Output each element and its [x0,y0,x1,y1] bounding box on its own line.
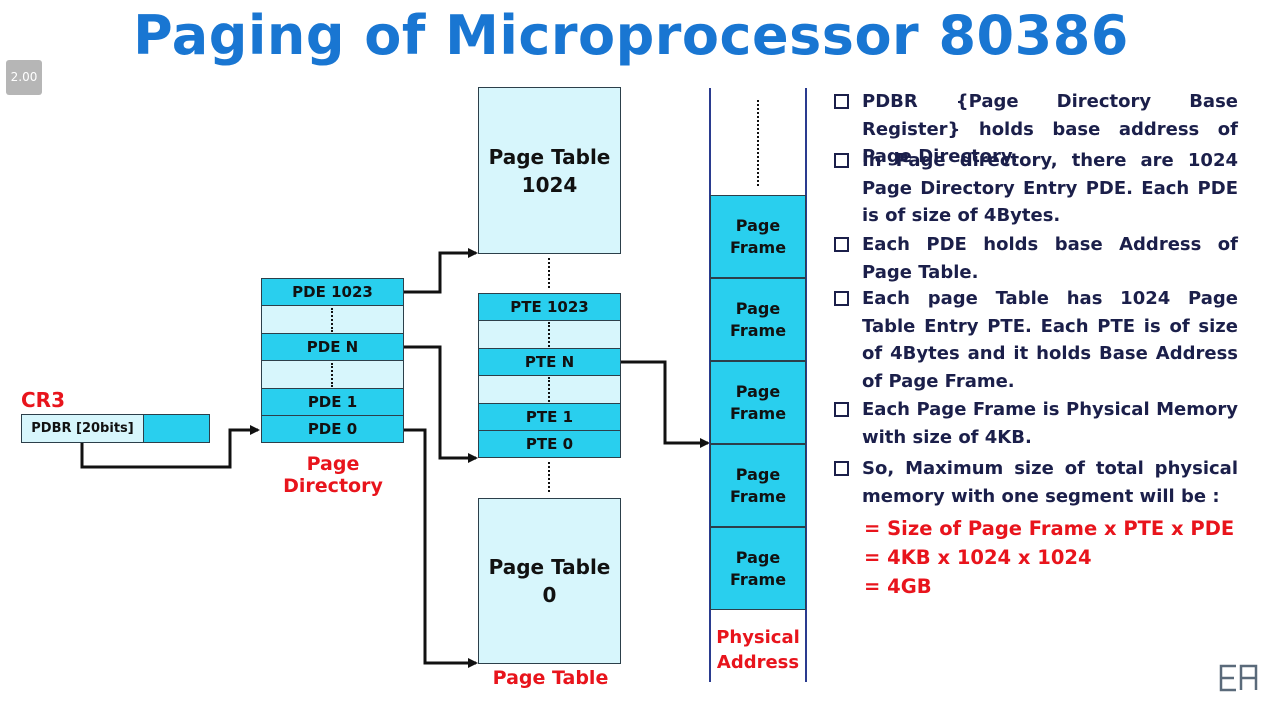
bullet-5: Each Page Frame is Physical Memory with … [834,396,1238,451]
page-frame-line2: Frame [729,403,787,423]
arrow-pde0-to-pagetable0 [403,428,478,668]
page-table-1024-line1: Page Table [488,144,611,169]
page-table-ellipsis-bottom [548,462,550,492]
formula-line-3: = 4GB [864,575,932,598]
pte-0: PTE 0 [478,430,621,458]
page-frame-line1: Page [735,464,781,484]
pdbr-register-low-bits [143,414,210,443]
checkbox-bullet-icon [834,461,849,476]
formula-line-1: = Size of Page Frame x PTE x PDE [864,517,1235,540]
page-frame-line2: Frame [729,569,787,589]
bullet-3: Each PDE holds base Address of Page Tabl… [834,231,1238,286]
page-table-caption: Page Table [492,667,609,689]
pte-1: PTE 1 [478,403,621,431]
bullet-6: So, Maximum size of total physical memor… [834,455,1238,510]
physical-address-line1: Physical [716,627,800,648]
page-frame-3: Page Frame [710,361,806,444]
bullet-2: In Page directory, there are 1024 Page D… [834,147,1238,230]
bullet-text: Each PDE holds base Address of Page Tabl… [862,234,1238,283]
pdbr-register: PDBR [20bits] [21,414,144,443]
pde-n: PDE N [261,333,404,361]
physical-address-caption: Physical Address [710,625,806,675]
arrow-pde1023-to-pagetable1024 [403,248,478,294]
page-frame-4: Page Frame [710,444,806,527]
page-table-0-line2: 0 [542,583,557,607]
physical-address-line2: Address [716,652,800,673]
bullet-4: Each page Table has 1024 Page Table Entr… [834,285,1238,395]
cr3-label: CR3 [21,388,65,412]
checkbox-bullet-icon [834,237,849,252]
formula-line-2: = 4KB x 1024 x 1024 [864,546,1092,569]
page-frame-1: Page Frame [710,195,806,278]
page-frame-line2: Frame [729,320,787,340]
page-frame-line2: Frame [729,486,787,506]
bullet-text: So, Maximum size of total physical memor… [862,458,1238,507]
pte-ellipsis-upper [548,322,550,347]
page-table-0: Page Table 0 [478,498,621,664]
pde-ellipsis-upper [331,308,333,332]
page-frame-5: Page Frame [710,527,806,610]
checkbox-bullet-icon [834,153,849,168]
pde-1: PDE 1 [261,388,404,416]
pte-n: PTE N [478,348,621,376]
pde-ellipsis-lower [331,363,333,387]
page-table-1024: Page Table 1024 [478,87,621,254]
page-table-0-line1: Page Table [488,555,611,579]
page-frame-line2: Frame [729,237,787,257]
pte-ellipsis-lower [548,377,550,402]
bullet-text: Each Page Frame is Physical Memory with … [862,399,1238,448]
page-frame-line1: Page [735,215,781,235]
page-frame-line1: Page [735,381,781,401]
physical-memory-ellipsis [757,100,759,186]
checkbox-bullet-icon [834,94,849,109]
bullet-text: Each page Table has 1024 Page Table Entr… [862,288,1238,392]
page-table-1024-line2: 1024 [521,172,578,197]
arrow-pden-to-pte0 [403,345,478,463]
pde-0: PDE 0 [261,415,404,443]
pte-1023: PTE 1023 [478,293,621,321]
arrow-pten-to-frame [620,360,710,448]
page-frame-line1: Page [735,298,781,318]
page-directory-caption: Page Directory [283,453,383,497]
page-table-ellipsis-top [548,258,550,288]
pde-1023: PDE 1023 [261,278,404,306]
checkbox-bullet-icon [834,402,849,417]
page-frame-line1: Page [735,547,781,567]
page-frame-2: Page Frame [710,278,806,361]
checkbox-bullet-icon [834,291,849,306]
bullet-text: In Page directory, there are 1024 Page D… [862,150,1238,226]
